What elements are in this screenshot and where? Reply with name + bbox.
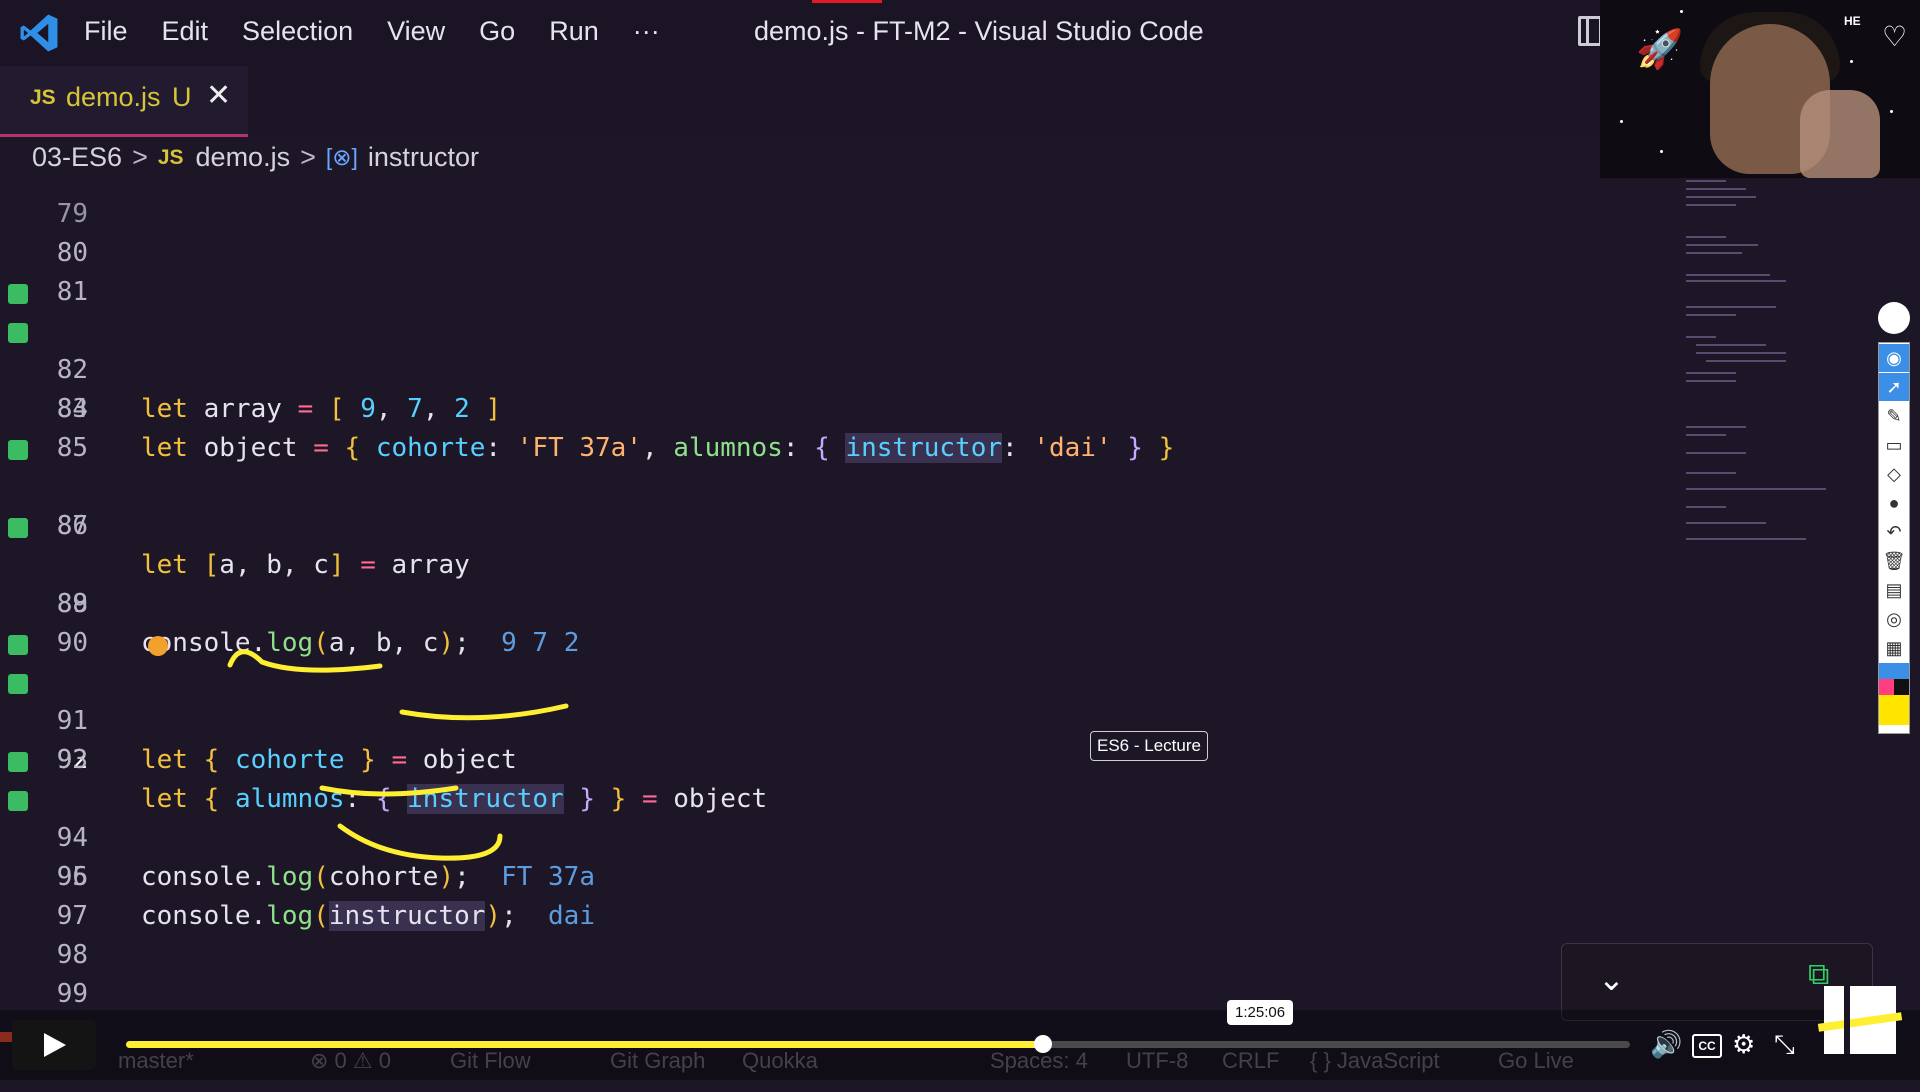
code-line: 87 xyxy=(0,468,1680,541)
code-line: 82 let array = [ 9, 7, 2 ] xyxy=(0,273,1680,424)
code-line: 85 xyxy=(0,390,1680,463)
progress-fill xyxy=(126,1041,1044,1048)
git-added-marker xyxy=(8,635,28,655)
time-tooltip: 1:25:06 xyxy=(1227,1000,1294,1025)
pen-icon[interactable]: ✎ xyxy=(1879,402,1909,430)
git-added-marker xyxy=(8,752,28,772)
tab-untracked-badge: U xyxy=(172,82,192,112)
menu-edit[interactable]: Edit xyxy=(162,16,209,47)
code-line: 100 xyxy=(0,975,1680,1048)
code-line: 88 console.log(a, b, c); 9 7 2 xyxy=(0,507,1680,658)
menu-selection[interactable]: Selection xyxy=(242,16,353,47)
dot-icon[interactable]: ● xyxy=(1879,489,1909,517)
code-line: 95 console.log(instructor); dai xyxy=(0,780,1680,931)
git-added-marker xyxy=(8,440,28,460)
code-editor[interactable]: 79 80 81 82 let array = [ 9, 7, 2 ] 83 l… xyxy=(0,170,1680,1048)
cursor-icon[interactable]: ➚ xyxy=(1879,373,1909,401)
menu-file[interactable]: File xyxy=(84,16,128,47)
code-line: 96 xyxy=(0,819,1680,892)
git-added-marker xyxy=(8,791,28,811)
captions-icon[interactable]: CC xyxy=(1692,1034,1722,1058)
minimap[interactable] xyxy=(1686,176,1834,566)
color-swatch-yellow[interactable] xyxy=(1879,695,1909,725)
code-line: 80 xyxy=(0,195,1680,268)
vimeo-logo-icon xyxy=(1824,986,1896,1054)
code-line: 94 console.log(cohorte); FT 37a xyxy=(0,741,1680,892)
clipboard-icon[interactable]: ▦ xyxy=(1879,634,1909,662)
git-added-marker xyxy=(8,674,28,694)
heart-icon[interactable]: ♡ xyxy=(1882,20,1907,53)
git-added-marker xyxy=(8,518,28,538)
code-line: 84 xyxy=(0,351,1680,424)
fullscreen-exit-icon[interactable]: ⤡ xyxy=(1774,1029,1795,1061)
undo-icon[interactable]: ↶ xyxy=(1879,518,1909,546)
code-line: 83 let object = { cohorte: 'FT 37a', alu… xyxy=(0,312,1680,463)
code-line: 97 xyxy=(0,858,1680,931)
code-line: 91 let { cohorte } = object xyxy=(0,624,1680,775)
code-line: 86 let [a, b, c] = array xyxy=(0,429,1680,580)
code-line: 81 xyxy=(0,234,1680,307)
tab-demo-js[interactable]: JS demo.js U ✕ xyxy=(0,66,248,137)
rocket-icon: 🚀 xyxy=(1636,29,1684,71)
volume-icon[interactable]: 🔊 xyxy=(1650,1029,1682,1060)
code-line: 93 xyxy=(0,702,1680,775)
chevron-down-icon[interactable]: ⌄ xyxy=(1598,960,1625,998)
code-line: 79 xyxy=(0,156,1680,229)
code-line: 90 xyxy=(0,585,1680,658)
trash-icon[interactable]: 🗑 xyxy=(1879,547,1909,575)
presenter-hand xyxy=(1800,90,1880,178)
color-swatch-pink-black[interactable] xyxy=(1879,679,1909,695)
menu-view[interactable]: View xyxy=(387,16,445,47)
pen-tool-toggle-icon[interactable] xyxy=(1878,302,1910,334)
js-file-icon: JS xyxy=(30,86,56,109)
eraser-icon[interactable]: ◇ xyxy=(1879,460,1909,488)
rectangle-icon[interactable]: ▭ xyxy=(1879,431,1909,459)
progress-bar[interactable] xyxy=(126,1035,1630,1053)
git-added-marker xyxy=(8,323,28,343)
code-line: 99 xyxy=(0,936,1680,1009)
settings-icon[interactable]: ⚙ xyxy=(1732,1029,1755,1060)
webcam-overlay: 🚀 HE ♡ xyxy=(1600,0,1920,178)
menu-more[interactable]: ··· xyxy=(633,16,660,47)
color-swatch-blue[interactable] xyxy=(1879,663,1909,679)
logo-icon: HE xyxy=(1844,14,1861,28)
git-added-marker xyxy=(8,284,28,304)
tab-bar: JS demo.js U ✕ xyxy=(0,66,1600,137)
recording-indicator xyxy=(812,0,882,3)
code-line-current: 92 let { alumnos: { instructor } } = obj… xyxy=(0,663,1680,814)
annotation-toolbar: ◉ ➚ ✎ ▭ ◇ ● ↶ 🗑 ▤ ◎ ▦ xyxy=(1878,342,1910,734)
eye-icon[interactable]: ◉ xyxy=(1879,344,1909,372)
code-line: 98 xyxy=(0,897,1680,970)
code-line: 89 xyxy=(0,546,1680,619)
play-icon[interactable] xyxy=(12,1020,96,1070)
menu-go[interactable]: Go xyxy=(479,16,515,47)
vscode-logo-icon xyxy=(20,14,58,52)
lecture-tooltip: ES6 - Lecture xyxy=(1090,731,1208,761)
menu-bar: File Edit Selection View Go Run ··· xyxy=(84,16,694,47)
window-title: demo.js - FT-M2 - Visual Studio Code xyxy=(754,16,1204,46)
tab-label: demo.js xyxy=(66,82,161,112)
camera-icon[interactable]: ◎ xyxy=(1879,605,1909,633)
close-icon[interactable]: ✕ xyxy=(206,78,231,113)
board-icon[interactable]: ▤ xyxy=(1879,576,1909,604)
menu-run[interactable]: Run xyxy=(549,16,599,47)
split-layout-icon[interactable] xyxy=(1578,16,1602,46)
